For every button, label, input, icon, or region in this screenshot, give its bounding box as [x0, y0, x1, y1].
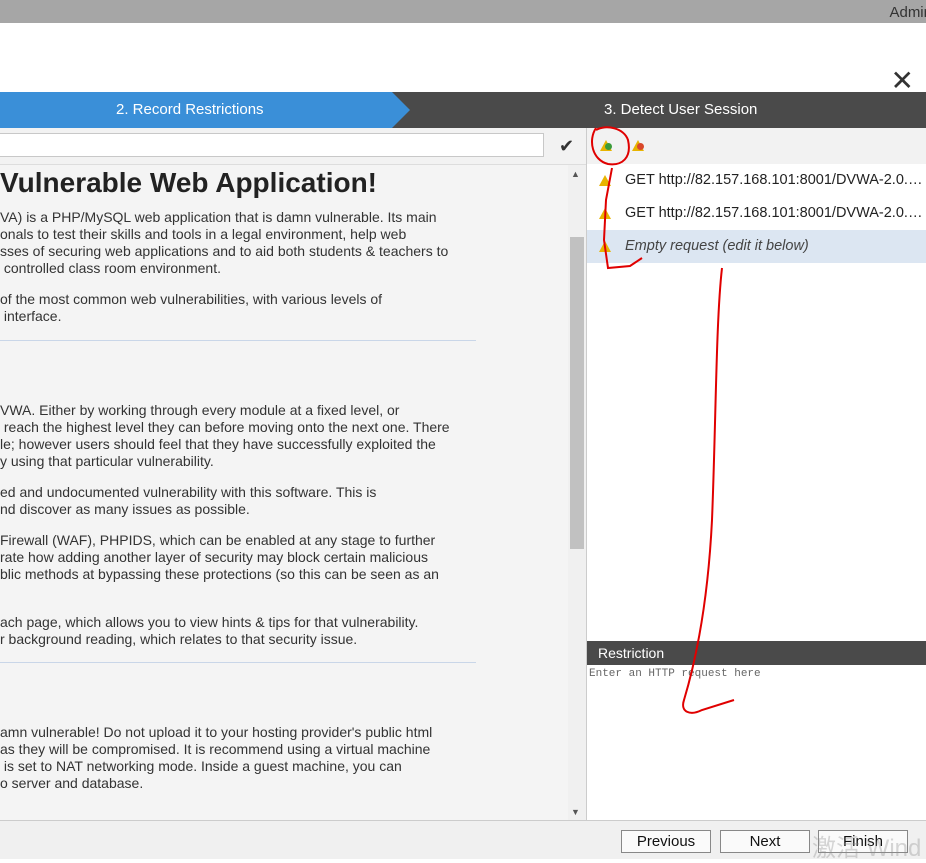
- page-paragraph: ach page, which allows you to view hints…: [0, 614, 419, 647]
- page-paragraph: Firewall (WAF), PHPIDS, which can be ena…: [0, 532, 439, 582]
- user-label: Admin: [889, 4, 926, 21]
- warning-icon: [599, 175, 611, 186]
- page-paragraph: of the most common web vulnerabilities, …: [0, 291, 383, 324]
- request-label: GET http://82.157.168.101:8001/DVWA-2.0.…: [625, 172, 923, 188]
- page-paragraph: VWA. Either by working through every mod…: [0, 402, 450, 469]
- scroll-down-icon[interactable]: ▼: [571, 807, 580, 817]
- previous-button[interactable]: Previous: [621, 830, 711, 853]
- requests-pane: GET http://82.157.168.101:8001/DVWA-2.0.…: [586, 128, 926, 820]
- step-detect-user-session[interactable]: 3. Detect User Session: [410, 92, 926, 128]
- step-label: 2. Record Restrictions: [116, 101, 264, 118]
- page-heading: Vulnerable Web Application!: [0, 167, 378, 198]
- browser-scrollbar[interactable]: ▲ ▼: [568, 165, 586, 820]
- divider: [0, 340, 476, 341]
- list-item[interactable]: GET http://82.157.168.101:8001/DVWA-2.0.…: [587, 164, 926, 197]
- wizard-footer: Previous Next Finish: [0, 820, 926, 859]
- restriction-header: Restriction: [587, 641, 926, 665]
- requests-toolbar: [587, 128, 926, 164]
- scroll-up-icon[interactable]: ▲: [571, 169, 580, 179]
- step-arrow: [392, 92, 410, 128]
- step-record-restrictions[interactable]: 2. Record Restrictions: [0, 92, 392, 128]
- close-icon[interactable]: ✕: [891, 67, 914, 95]
- warning-icon: [599, 241, 611, 252]
- restriction-input[interactable]: [587, 665, 923, 820]
- request-label: Empty request (edit it below): [625, 238, 809, 254]
- wizard-steps: 2. Record Restrictions 3. Detect User Se…: [0, 92, 926, 128]
- browser-toolbar: ✔: [0, 128, 586, 165]
- next-button[interactable]: Next: [720, 830, 810, 853]
- page-paragraph: VA) is a PHP/MySQL web application that …: [0, 209, 449, 276]
- request-label: GET http://82.157.168.101:8001/DVWA-2.0.…: [625, 205, 923, 221]
- remove-request-icon[interactable]: [632, 138, 644, 156]
- os-title-bar: Admin: [0, 0, 926, 23]
- step-label: 3. Detect User Session: [604, 101, 758, 118]
- page-paragraph: amn vulnerable! Do not upload it to your…: [0, 724, 433, 791]
- url-input[interactable]: [0, 133, 544, 157]
- divider: [0, 662, 476, 663]
- check-icon[interactable]: ✔: [559, 136, 574, 157]
- list-item[interactable]: GET http://82.157.168.101:8001/DVWA-2.0.…: [587, 197, 926, 230]
- scrollbar-thumb[interactable]: [570, 237, 584, 549]
- list-item-selected[interactable]: Empty request (edit it below): [587, 230, 926, 263]
- page-paragraph: ed and undocumented vulnerability with t…: [0, 484, 377, 517]
- embedded-browser-view: Vulnerable Web Application! VA) is a PHP…: [0, 165, 568, 820]
- request-list: GET http://82.157.168.101:8001/DVWA-2.0.…: [587, 164, 926, 263]
- add-request-icon[interactable]: [600, 138, 612, 156]
- warning-icon: [599, 208, 611, 219]
- dialog-title-area: ✕: [0, 23, 926, 95]
